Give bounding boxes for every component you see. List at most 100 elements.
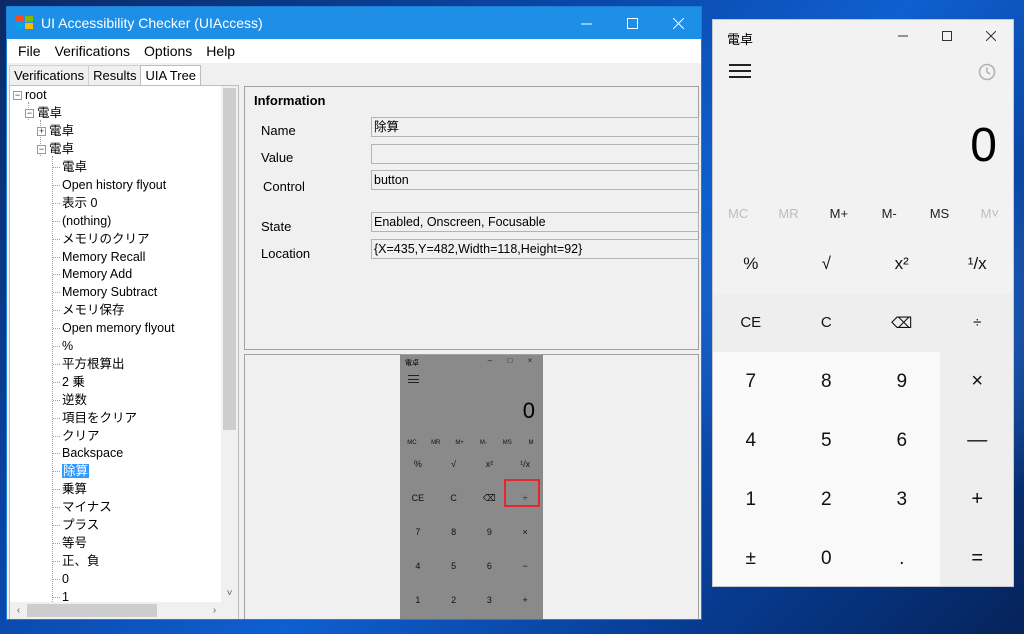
tree-node-calc-collapsed[interactable]: 電卓 [49,122,74,140]
memory-button[interactable]: MC [713,206,763,226]
tree-node-calc-expanded[interactable]: 電卓 [49,140,74,158]
tree-node-leaf[interactable]: 乗算 [62,480,87,498]
calculator-display: 0 [970,119,997,172]
tree-node-leaf[interactable]: 除算 [62,462,90,480]
history-icon[interactable] [977,62,997,82]
digit-key[interactable]: 6 [864,411,940,470]
preview-memory-label: MS [502,440,512,446]
calc-close-button[interactable] [969,20,1013,52]
element-preview-panel: 電卓 – □ × 0 MC MR M+ M- MS M% √ x² ¹/x CE C ⌫ ÷ 7 8 9 × 4 5 6−… [244,354,699,619]
digit-key[interactable]: 4 [713,411,789,470]
tree-node-root[interactable]: root [25,86,47,104]
memory-button[interactable]: M+ [814,206,864,226]
calc-minimize-button[interactable] [881,20,925,52]
function-key[interactable]: ¹/x [939,234,1013,293]
tree-node-leaf[interactable]: Memory Add [62,265,132,283]
operator-key[interactable]: + [939,470,1013,529]
value-field[interactable] [371,144,699,164]
minimize-button[interactable] [563,7,609,39]
tree-node-leaf[interactable]: マイナス [62,498,112,516]
clear-key[interactable]: C [788,293,864,352]
tree-node-leaf[interactable]: 電卓 [62,158,87,176]
tree-node-leaf[interactable]: Open memory flyout [62,319,175,337]
preview-key-label: × [522,527,528,537]
digit-key[interactable]: . [864,529,940,586]
digit-key[interactable]: 8 [788,352,864,411]
tree-node-leaf[interactable]: 1 [62,588,69,602]
tree-node-leaf[interactable]: % [62,337,73,355]
scroll-thumb[interactable] [223,88,236,430]
tree-node-leaf[interactable]: Memory Recall [62,248,145,266]
title-bar[interactable]: UI Accessibility Checker (UIAccess) [7,7,701,39]
collapse-node-icon[interactable]: − [25,109,34,118]
collapse-root-icon[interactable]: − [13,91,22,100]
name-field[interactable]: 除算 [371,117,699,137]
tree-node-leaf[interactable]: 平方根算出 [62,355,125,373]
tree-node-leaf[interactable]: 表示 0 [62,194,97,212]
preview-key-label: 7 [415,527,421,537]
memory-button[interactable]: M- [864,206,914,226]
preview-key-label: ¹/x [520,459,531,469]
location-field[interactable]: {X=435,Y=482,Width=118,Height=92} [371,239,699,259]
scroll-left-icon[interactable]: ‹ [10,602,27,619]
tree-node-leaf[interactable]: メモリ保存 [62,301,125,319]
tree-node-calc[interactable]: 電卓 [37,104,62,122]
tree-node-leaf[interactable]: Memory Subtract [62,283,157,301]
tree-node-leaf[interactable]: 正、負 [62,552,100,570]
calc-maximize-button[interactable] [925,20,969,52]
tree-node-leaf[interactable]: 逆数 [62,391,87,409]
tab-verifications[interactable]: Verifications [9,65,90,85]
digit-key[interactable]: 3 [864,470,940,529]
state-field[interactable]: Enabled, Onscreen, Focusable [371,212,699,232]
expand-node-icon[interactable]: + [37,127,46,136]
tree-node-leaf[interactable]: メモリのクリア [62,230,150,248]
tree-node-leaf[interactable]: 等号 [62,534,87,552]
operator-key[interactable]: — [939,411,1013,470]
menu-verifications[interactable]: Verifications [48,43,137,59]
scroll-thumb[interactable] [27,604,157,617]
clear-key[interactable]: CE [713,293,789,352]
digit-key[interactable]: 7 [713,352,789,411]
value-label: Value [261,150,294,165]
tree-vertical-scrollbar[interactable]: ˅ [221,86,238,602]
control-field[interactable]: button [371,170,699,190]
digit-key[interactable]: 9 [864,352,940,411]
memory-button[interactable]: MS [914,206,964,226]
tree-horizontal-scrollbar[interactable]: ‹ › [10,602,223,619]
uia-tree[interactable]: − root − 電卓 + 電卓 − 電卓 電卓 Open history fly… [10,86,223,602]
tree-node-leaf[interactable]: プラス [62,516,99,534]
function-key[interactable]: x² [864,234,940,293]
tree-node-leaf[interactable]: (nothing) [62,212,111,230]
maximize-button[interactable] [609,7,655,39]
tree-node-leaf[interactable]: 0 [62,570,69,588]
function-key[interactable]: % [713,234,789,293]
operator-key[interactable]: × [939,352,1013,411]
digit-key[interactable]: ± [713,529,789,586]
menu-help[interactable]: Help [199,43,242,59]
digit-key[interactable]: 0 [788,529,864,586]
memory-button[interactable]: M˅ [965,206,1013,226]
clear-key[interactable]: ⌫ [864,293,940,352]
function-key[interactable]: √ [788,234,864,293]
tree-node-leaf[interactable]: 2 乗 [62,373,85,391]
digit-key[interactable]: 1 [713,470,789,529]
tree-node-leaf[interactable]: Open history flyout [62,176,166,194]
scroll-down-icon[interactable]: ˅ [221,585,238,602]
operator-key[interactable]: ÷ [939,293,1013,352]
tab-results[interactable]: Results [88,65,142,85]
collapse-node-icon[interactable]: − [37,145,46,154]
menu-options[interactable]: Options [137,43,199,59]
hamburger-menu-icon[interactable] [729,64,751,78]
menu-file[interactable]: File [11,43,48,59]
close-button[interactable] [655,7,701,39]
memory-button[interactable]: MR [763,206,813,226]
tree-node-leaf[interactable]: 項目をクリア [62,409,137,427]
operator-key[interactable]: = [939,529,1013,586]
digit-key[interactable]: 2 [788,470,864,529]
minimize-icon [898,35,908,37]
digit-key[interactable]: 5 [788,411,864,470]
keypad: % √ x² ¹/x CE C ⌫ ÷ 7 8 9 × 4 5 6— 1 2 3 + ±0. = [713,234,1013,586]
tree-node-leaf[interactable]: Backspace [62,444,123,462]
tab-uia-tree[interactable]: UIA Tree [140,65,202,86]
tree-node-leaf[interactable]: クリア [62,427,100,445]
